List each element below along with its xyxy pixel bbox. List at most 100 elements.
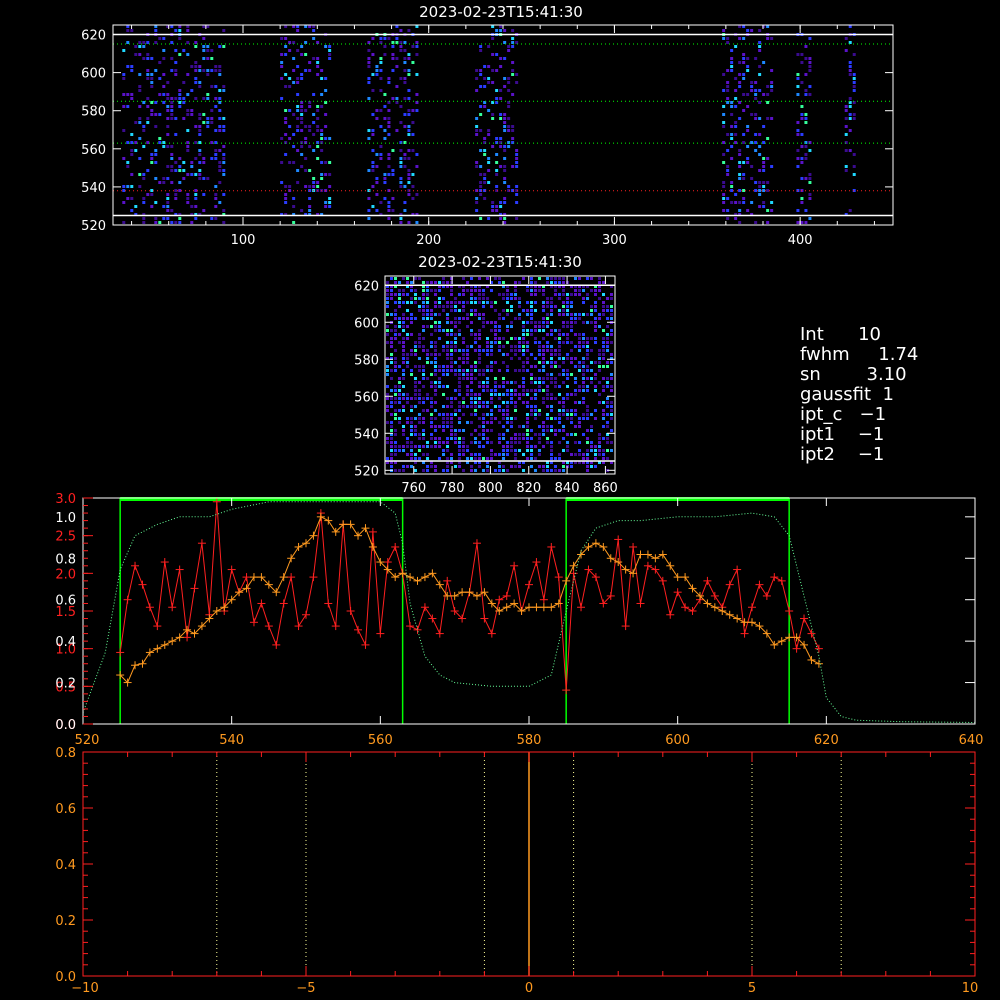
heatmap-cell xyxy=(550,397,553,400)
heatmap-cell xyxy=(738,85,742,88)
heatmap-cell xyxy=(210,121,214,124)
heatmap-cell xyxy=(222,169,226,172)
heatmap-cell xyxy=(470,393,473,396)
profile-x-tick-label: 540 xyxy=(219,733,244,748)
heatmap-cell xyxy=(507,81,511,84)
heatmap-cell xyxy=(514,393,517,396)
heatmap-cell xyxy=(542,369,545,372)
heatmap-cell xyxy=(490,449,493,452)
heatmap-cell xyxy=(542,401,545,404)
heatmap-cell xyxy=(578,337,581,340)
heatmap-cell xyxy=(578,293,581,296)
heatmap-cell xyxy=(722,29,726,32)
heatmap-cell xyxy=(166,201,170,204)
heatmap-cell xyxy=(474,401,477,404)
heatmap-cell xyxy=(410,317,413,320)
heatmap-cell xyxy=(438,297,441,300)
heatmap-cell xyxy=(122,201,126,204)
heatmap-cell xyxy=(474,365,477,368)
top-y-tick-label: 540 xyxy=(81,181,106,196)
heatmap-cell xyxy=(324,45,328,48)
heatmap-cell xyxy=(510,357,513,360)
heatmap-cell xyxy=(852,53,856,56)
heatmap-cell xyxy=(487,77,491,80)
heatmap-cell xyxy=(470,333,473,336)
heatmap-cell xyxy=(522,389,525,392)
heatmap-cell xyxy=(214,149,218,152)
heatmap-cell xyxy=(134,205,138,208)
heatmap-cell xyxy=(394,281,397,284)
heatmap-cell xyxy=(503,169,507,172)
heatmap-cell xyxy=(478,293,481,296)
heatmap-cell xyxy=(458,357,461,360)
heatmap-cell xyxy=(462,369,465,372)
heatmap-cell xyxy=(742,77,746,80)
heatmap-cell xyxy=(387,157,391,160)
heatmap-cell xyxy=(206,49,210,52)
heatmap-cell xyxy=(546,385,549,388)
heatmap-cell xyxy=(602,409,605,412)
heatmap-cell xyxy=(284,153,288,156)
heatmap-cell xyxy=(478,457,481,460)
heatmap-cell xyxy=(738,165,742,168)
heatmap-cell xyxy=(383,37,387,40)
heatmap-cell xyxy=(506,365,509,368)
heatmap-cell xyxy=(478,345,481,348)
bottom-y-tick-label: 0.8 xyxy=(55,746,76,761)
heatmap-cell xyxy=(502,297,505,300)
heatmap-cell xyxy=(458,293,461,296)
heatmap-cell xyxy=(466,377,469,380)
bottom-y-tick-label: 0.6 xyxy=(55,802,76,817)
heatmap-cell xyxy=(562,293,565,296)
heatmap-cell xyxy=(538,325,541,328)
heatmap-cell xyxy=(430,381,433,384)
heatmap-cell xyxy=(546,425,549,428)
heatmap-cell xyxy=(738,117,742,120)
heatmap-cell xyxy=(546,465,549,468)
heatmap-cell xyxy=(284,193,288,196)
heatmap-cell xyxy=(562,361,565,364)
heatmap-cell xyxy=(483,173,487,176)
heatmap-cell xyxy=(486,385,489,388)
heatmap-cell xyxy=(386,289,389,292)
heatmap-cell xyxy=(770,209,774,212)
heatmap-cell xyxy=(734,97,738,100)
heatmap-cell xyxy=(506,421,509,424)
heatmap-cell xyxy=(478,353,481,356)
heatmap-cell xyxy=(734,89,738,92)
heatmap-cell xyxy=(470,297,473,300)
heatmap-cell xyxy=(491,113,495,116)
heatmap-cell xyxy=(738,81,742,84)
heatmap-cell xyxy=(606,333,609,336)
heatmap-cell xyxy=(206,125,210,128)
heatmap-cell xyxy=(371,113,375,116)
heatmap-cell xyxy=(742,53,746,56)
heatmap-cell xyxy=(610,405,613,408)
heatmap-cell xyxy=(186,197,190,200)
heatmap-cell xyxy=(578,369,581,372)
heatmap-cell xyxy=(450,293,453,296)
heatmap-cell xyxy=(470,377,473,380)
heatmap-cell xyxy=(554,349,557,352)
heatmap-cell xyxy=(796,53,800,56)
heatmap-cell xyxy=(154,201,158,204)
heatmap-cell xyxy=(284,121,288,124)
heatmap-cell xyxy=(578,453,581,456)
heatmap-cell xyxy=(410,449,413,452)
heatmap-cell xyxy=(530,321,533,324)
heatmap-cell xyxy=(402,377,405,380)
heatmap-cell xyxy=(503,125,507,128)
heatmap-cell xyxy=(292,205,296,208)
heatmap-cell xyxy=(434,389,437,392)
heatmap-cell xyxy=(154,161,158,164)
heatmap-cell xyxy=(415,221,419,224)
heatmap-cell xyxy=(466,317,469,320)
heatmap-cell xyxy=(742,141,746,144)
heatmap-cell xyxy=(482,389,485,392)
heatmap-cell xyxy=(308,145,312,148)
heatmap-cell xyxy=(186,29,190,32)
heatmap-cell xyxy=(538,409,541,412)
heatmap-cell xyxy=(454,345,457,348)
heatmap-cell xyxy=(602,457,605,460)
heatmap-cell xyxy=(415,109,419,112)
